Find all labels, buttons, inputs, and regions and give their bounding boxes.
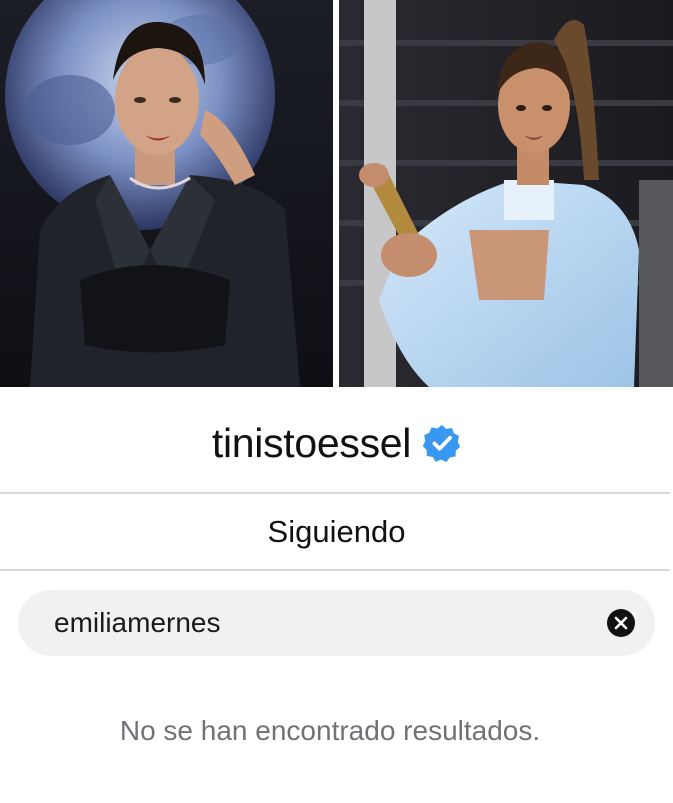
profile-following-screen: tinistoessel Siguiendo emiliamernes No s… [0, 0, 673, 803]
header-divider [0, 492, 670, 494]
profile-photo-grid [0, 0, 673, 387]
profile-username: tinistoessel [211, 419, 412, 466]
search-input[interactable]: emiliamernes [18, 590, 655, 656]
profile-photo-right[interactable] [339, 0, 673, 387]
profile-header: tinistoessel [0, 410, 673, 476]
profile-photo-left[interactable] [0, 0, 333, 387]
following-tab-title[interactable]: Siguiendo [0, 495, 673, 568]
close-circle-icon[interactable] [607, 609, 635, 637]
search-input-value[interactable]: emiliamernes [54, 607, 607, 639]
verified-badge-icon [423, 424, 461, 462]
section-divider [0, 569, 670, 571]
no-results-message: No se han encontrado resultados. [119, 715, 541, 746]
